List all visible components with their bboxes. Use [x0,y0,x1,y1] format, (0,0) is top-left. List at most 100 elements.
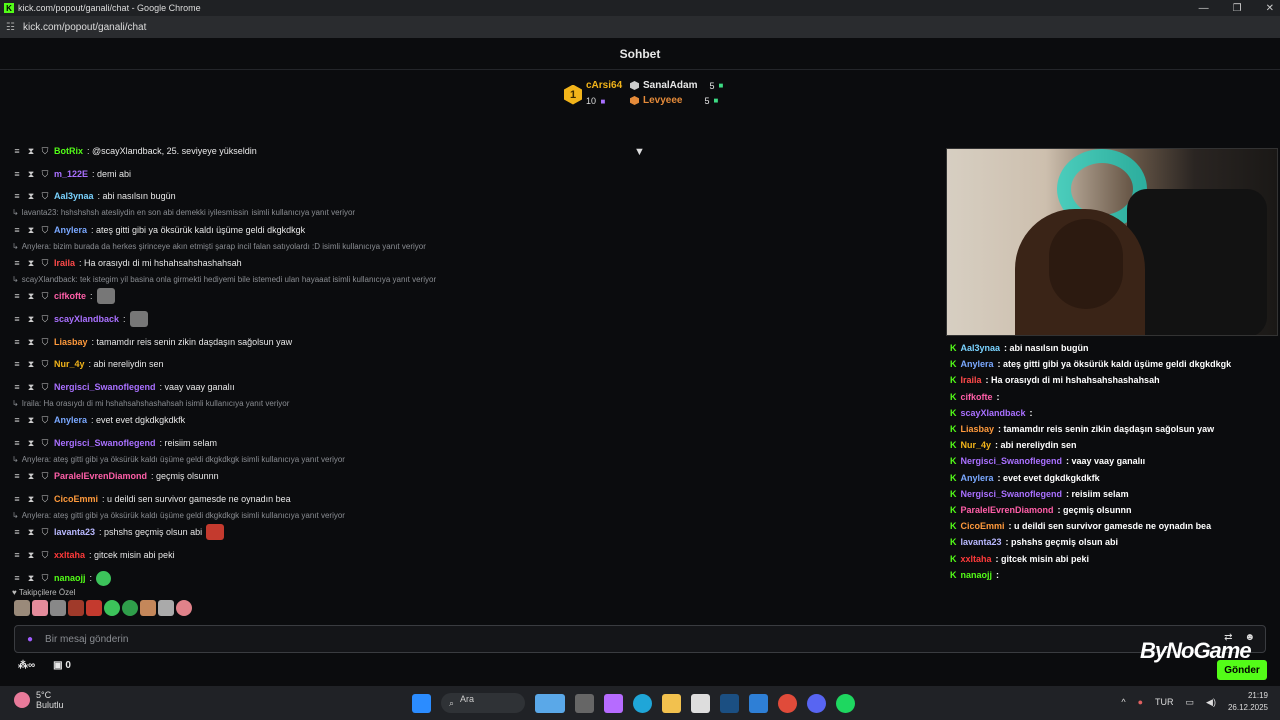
widgets-icon[interactable] [535,693,565,713]
emote[interactable] [86,600,102,616]
timeout-icon[interactable]: ⧗ [26,494,36,505]
network-icon[interactable]: ▭ [1186,697,1195,708]
emote[interactable] [32,600,48,616]
site-info-icon[interactable]: ☷ [6,22,15,33]
timeout-icon[interactable]: ⧗ [26,550,36,561]
reply-context[interactable]: ↳ Anylera: ateş gitti gibi ya öksürük kal… [12,511,345,520]
discord-icon[interactable] [807,693,826,713]
pin-icon[interactable]: ≡ [12,527,22,537]
timeout-icon[interactable]: ⧗ [26,169,36,180]
username[interactable]: Anylera [54,415,87,425]
username[interactable]: Liasbay [54,337,88,347]
chevron-up-icon[interactable]: ^ [1121,697,1125,707]
gifter-row[interactable]: SanalAdam 5 ■ [630,78,723,93]
reply-context[interactable]: ↳ Anylera: ateş gitti gibi ya öksürük kal… [12,455,345,464]
shield-icon[interactable]: ⛉ [40,438,50,449]
username[interactable]: Nergisci_Swanoflegend [54,438,156,448]
address-bar[interactable]: ☷ kick.com/popout/ganali/chat [0,16,1280,38]
pin-icon[interactable]: ≡ [12,494,22,504]
emote[interactable] [176,600,192,616]
task-view-icon[interactable] [575,693,594,713]
reply-context[interactable]: ↳ Iraila: Ha orasıydı di mi hshahsahshash… [12,399,289,408]
timeout-icon[interactable]: ⧗ [26,359,36,370]
username[interactable]: Aal3ynaa [54,191,94,201]
spotify-icon[interactable] [836,693,855,713]
pin-icon[interactable]: ≡ [12,291,22,301]
emote[interactable] [129,311,148,327]
pin-icon[interactable]: ≡ [12,438,22,448]
shield-icon[interactable]: ⛉ [40,359,50,370]
microphone-icon[interactable]: ● [27,634,33,645]
pin-icon[interactable]: ≡ [12,415,22,425]
settings-infinity-icon[interactable]: ⁂∞ [18,660,35,671]
emote[interactable] [68,600,84,616]
shield-icon[interactable]: ⛉ [40,314,50,325]
username[interactable]: m_122E [54,169,88,179]
shield-icon[interactable]: ⛉ [40,258,50,269]
copilot-icon[interactable] [604,693,623,713]
timeout-icon[interactable]: ⧗ [26,573,36,584]
shield-icon[interactable]: ⛉ [40,146,50,157]
pin-icon[interactable]: ≡ [12,146,22,156]
pin-icon[interactable]: ≡ [12,573,22,583]
chat-input[interactable]: ● Bir mesaj gönderin ⇄ ☻ [14,625,1266,653]
emote[interactable] [104,600,120,616]
volume-icon[interactable]: ◀) [1206,697,1216,708]
points-display[interactable]: ▣ 0 [53,660,71,671]
clock[interactable]: 21:19 26.12.2025 [1228,690,1268,714]
timeout-icon[interactable]: ⧗ [26,191,36,202]
emote[interactable] [96,288,115,304]
pin-icon[interactable]: ≡ [12,258,22,268]
username[interactable]: Nur_4y [54,359,85,369]
reply-context[interactable]: ↳ lavanta23: hshshshsh atesliydin en son … [12,208,355,217]
app-icon[interactable] [749,693,768,713]
timeout-icon[interactable]: ⧗ [26,527,36,538]
username[interactable]: Iraila [54,258,75,268]
shield-icon[interactable]: ⛉ [40,191,50,202]
shield-icon[interactable]: ⛉ [40,494,50,505]
timeout-icon[interactable]: ⧗ [26,438,36,449]
username[interactable]: CicoEmmi [54,494,98,504]
language-indicator[interactable]: TUR [1155,697,1174,707]
username[interactable]: Anylera [54,225,87,235]
store-icon[interactable] [691,693,710,713]
pin-icon[interactable]: ≡ [12,337,22,347]
shield-icon[interactable]: ⛉ [40,550,50,561]
windows-start-icon[interactable] [412,693,431,713]
username[interactable]: lavanta23 [54,527,95,537]
shield-icon[interactable]: ⛉ [40,573,50,584]
file-explorer-icon[interactable] [662,693,681,713]
url-text[interactable]: kick.com/popout/ganali/chat [23,22,146,33]
timeout-icon[interactable]: ⧗ [26,382,36,393]
timeout-icon[interactable]: ⧗ [26,291,36,302]
weather-widget[interactable]: 5°C Bulutlu [14,690,64,710]
shield-icon[interactable]: ⛉ [40,169,50,180]
edge-icon[interactable] [633,693,652,713]
chrome-icon[interactable] [778,693,797,713]
top-gifter[interactable]: 1 cArsi64 10 ■ [564,80,622,109]
chat-input-placeholder[interactable]: Bir mesaj gönderin [45,634,128,645]
emote[interactable] [50,600,66,616]
steam-icon[interactable] [720,693,739,713]
mic-tray-icon[interactable]: ● [1138,697,1143,707]
close-icon[interactable]: ✕ [1266,3,1274,14]
emote[interactable] [96,570,112,586]
pin-icon[interactable]: ≡ [12,225,22,235]
username[interactable]: nanaojj [54,573,86,583]
pin-icon[interactable]: ≡ [12,191,22,201]
minimize-icon[interactable]: — [1199,3,1209,14]
timeout-icon[interactable]: ⧗ [26,225,36,236]
shield-icon[interactable]: ⛉ [40,382,50,393]
username[interactable]: ParalelEvrenDiamond [54,471,147,481]
username[interactable]: Nergisci_Swanoflegend [54,382,156,392]
shield-icon[interactable]: ⛉ [40,291,50,302]
reply-context[interactable]: ↳ Anylera: bizim burada da herkes şirince… [12,242,426,251]
emote[interactable] [122,600,138,616]
timeout-icon[interactable]: ⧗ [26,415,36,426]
pin-icon[interactable]: ≡ [12,359,22,369]
shield-icon[interactable]: ⛉ [40,471,50,482]
shield-icon[interactable]: ⛉ [40,337,50,348]
timeout-icon[interactable]: ⧗ [26,314,36,325]
username[interactable]: scayXlandback [54,314,119,324]
reply-context[interactable]: ↳ scayXlandback: tek istegim yil basina o… [12,275,436,284]
